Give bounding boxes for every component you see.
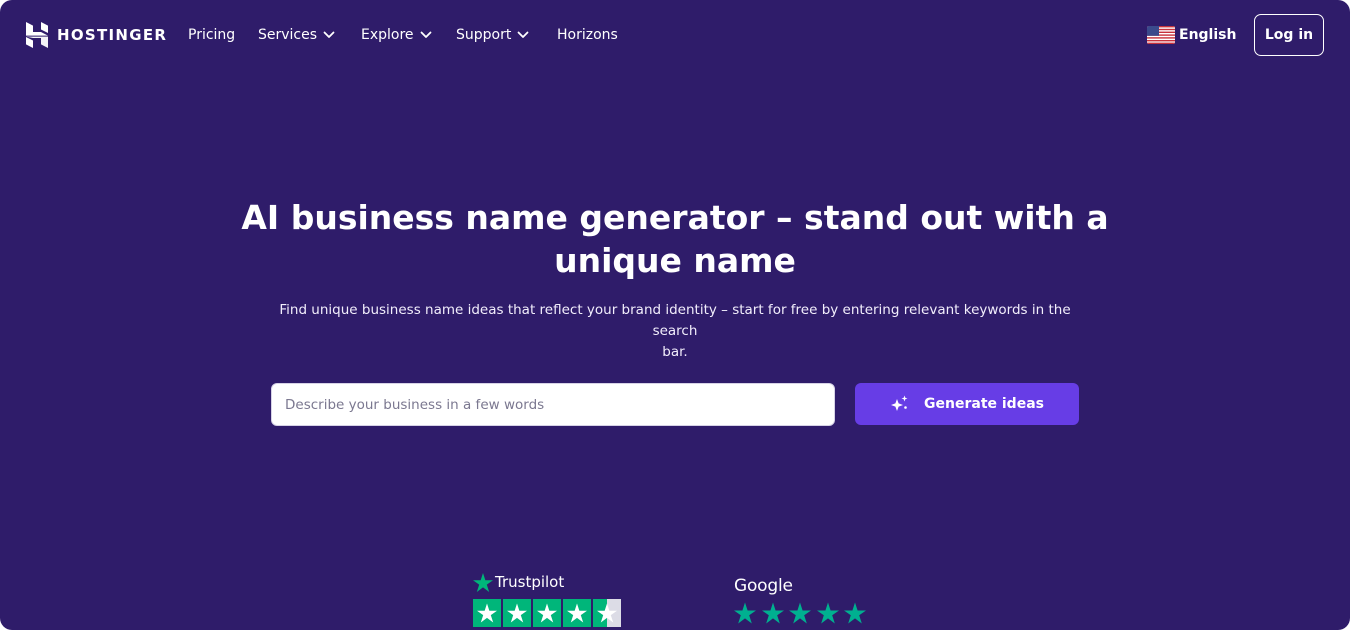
trustpilot-label: Trustpilot [495,573,565,591]
page-title-line: AI business name generator – stand out w… [241,198,1109,237]
trustpilot-star [533,599,561,627]
login-button[interactable]: Log in [1254,14,1324,56]
business-description-input[interactable] [271,383,835,426]
star-icon [844,602,866,624]
hostinger-logo-icon [26,22,48,48]
chevron-down-icon [420,31,431,38]
google-rating [734,602,872,624]
login-button-label: Log in [1264,27,1314,43]
nav-item-label: Horizons [557,27,618,43]
page-frame: HOSTINGER Pricing Services Explore Suppo… [0,0,1350,630]
page-title-line: unique name [554,241,796,280]
page-subtitle-line: Find unique business name ideas that ref… [279,302,1071,339]
star-icon [567,603,587,623]
language-label: English [1179,27,1237,43]
nav-item-services[interactable]: Services [258,25,335,45]
page-subtitle-line: bar. [662,344,688,360]
nav-item-label: Pricing [188,27,236,43]
brand-name: HOSTINGER [57,26,168,44]
google-star [789,602,811,624]
us-flag-icon [1147,26,1175,44]
star-icon [734,602,756,624]
sparkle-icon [891,395,908,411]
trustpilot-star [473,599,501,627]
nav-item-label: Explore [361,27,414,43]
brand-logo[interactable]: HOSTINGER [26,22,167,48]
star-icon [507,603,527,623]
google-star [844,602,866,624]
chevron-down-icon [323,31,335,38]
google-label: Google [734,576,793,596]
google-star [816,602,839,624]
star-icon [537,603,557,623]
chevron-down-icon [517,31,529,38]
star-icon [761,602,784,624]
language-selector[interactable]: English [1147,25,1236,45]
star-icon [477,603,497,623]
google-star [761,602,784,624]
star-icon [789,602,811,624]
trustpilot-star [503,599,531,627]
nav-item-pricing[interactable]: Pricing [188,25,235,45]
generate-ideas-button[interactable]: Generate ideas [855,383,1079,425]
nav-item-label: Support [456,27,512,43]
nav-item-label: Services [258,27,318,43]
trustpilot-half-star [593,599,621,627]
star-icon [816,602,839,624]
trustpilot-header: Trustpilot [473,572,564,592]
nav-item-support[interactable]: Support [456,25,529,45]
generate-ideas-label: Generate ideas [924,396,1044,412]
trustpilot-star-icon [473,572,493,592]
trustpilot-rating [473,599,623,627]
nav-item-horizons[interactable]: Horizons [557,25,618,45]
star-half-icon [597,603,617,623]
google-star [734,602,756,624]
trustpilot-star [563,599,591,627]
top-nav: HOSTINGER Pricing Services Explore Suppo… [0,0,1350,70]
page-subtitle: Find unique business name ideas that ref… [270,300,1080,363]
nav-item-explore[interactable]: Explore [361,25,432,45]
page-title: AI business name generator – stand out w… [215,196,1135,282]
